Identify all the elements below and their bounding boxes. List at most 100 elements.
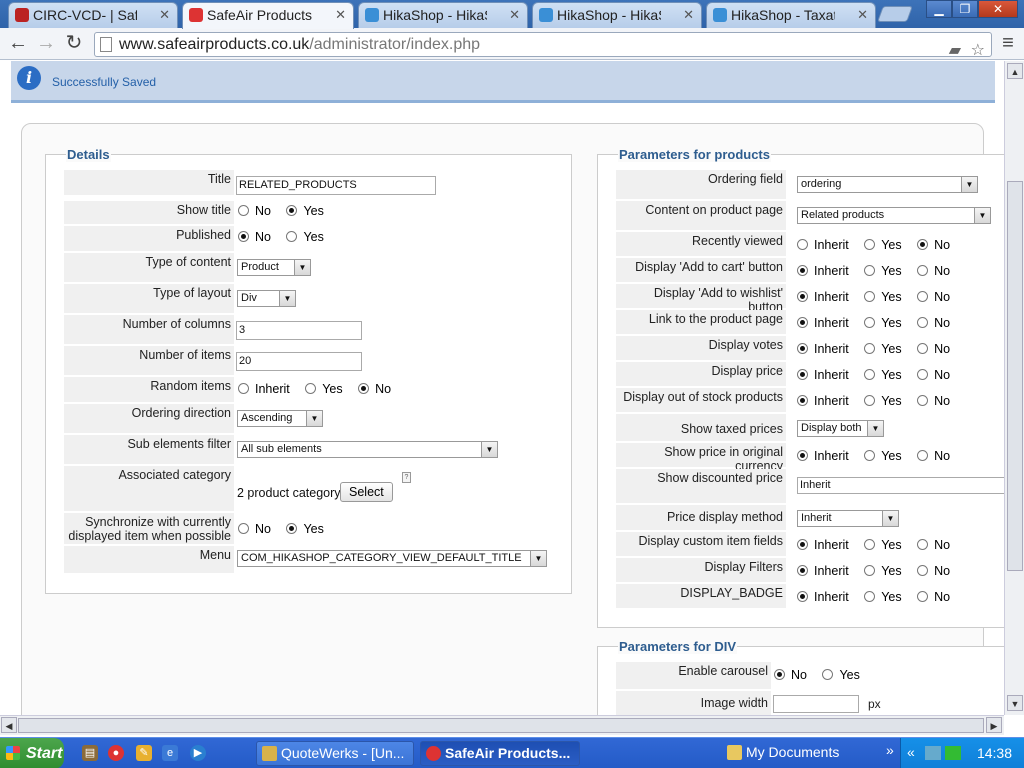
- type-layout-select[interactable]: Div ▼: [237, 290, 296, 307]
- badge-no[interactable]: No: [917, 590, 950, 604]
- custom-fields-inherit[interactable]: Inherit: [797, 538, 849, 552]
- recently-viewed-no[interactable]: No: [917, 238, 950, 252]
- add-wishlist-yes[interactable]: Yes: [864, 290, 902, 304]
- badge-yes[interactable]: Yes: [864, 590, 902, 604]
- minimize-button[interactable]: ▁: [926, 0, 952, 18]
- badge-inherit[interactable]: Inherit: [797, 590, 849, 604]
- add-cart-yes[interactable]: Yes: [864, 264, 902, 278]
- random-no[interactable]: No: [358, 382, 391, 396]
- horizontal-scroll-thumb[interactable]: [18, 718, 984, 733]
- notepad-icon[interactable]: ✎: [136, 745, 152, 761]
- filters-yes[interactable]: Yes: [864, 564, 902, 578]
- discounted-input[interactable]: Inherit: [797, 477, 1004, 494]
- security-icon[interactable]: [945, 746, 961, 760]
- select-category-button[interactable]: Select: [340, 482, 393, 502]
- menu-select[interactable]: COM_HIKASHOP_CATEGORY_VIEW_DEFAULT_TITLE…: [237, 550, 547, 567]
- items-input[interactable]: 20: [236, 352, 362, 371]
- network-icon[interactable]: [925, 746, 941, 760]
- price-no[interactable]: No: [917, 368, 950, 382]
- published-yes[interactable]: Yes: [286, 230, 324, 244]
- add-cart-inherit[interactable]: Inherit: [797, 264, 849, 278]
- close-window-button[interactable]: ✕: [978, 0, 1018, 18]
- new-tab-button[interactable]: [877, 6, 913, 22]
- close-icon[interactable]: ✕: [509, 3, 520, 27]
- vertical-scroll-thumb[interactable]: [1007, 181, 1023, 571]
- trash-icon[interactable]: ?: [402, 472, 411, 483]
- toolbar-expand-icon[interactable]: »: [886, 742, 894, 758]
- tab-circ-vcd[interactable]: CIRC-VCD- | SafeAi ✕: [8, 2, 178, 28]
- out-stock-yes[interactable]: Yes: [864, 394, 902, 408]
- bookmark-star-icon[interactable]: ☆: [971, 39, 985, 62]
- content-select[interactable]: Related products ▼: [797, 207, 991, 224]
- orig-currency-no[interactable]: No: [917, 449, 950, 463]
- link-product-yes[interactable]: Yes: [864, 316, 902, 330]
- sync-yes[interactable]: Yes: [286, 522, 324, 536]
- show-title-yes[interactable]: Yes: [286, 204, 324, 218]
- recently-viewed-yes[interactable]: Yes: [864, 238, 902, 252]
- close-icon[interactable]: ✕: [857, 3, 868, 27]
- task-quotewerks[interactable]: QuoteWerks - [Un...: [256, 741, 414, 766]
- ordering-direction-select[interactable]: Ascending ▼: [237, 410, 323, 427]
- image-width-input[interactable]: [773, 695, 859, 713]
- price-yes[interactable]: Yes: [864, 368, 902, 382]
- chrome-icon[interactable]: ●: [108, 745, 124, 761]
- orig-currency-inherit[interactable]: Inherit: [797, 449, 849, 463]
- ordering-field-select[interactable]: ordering ▼: [797, 176, 978, 193]
- carousel-no[interactable]: No: [774, 668, 807, 682]
- votes-no[interactable]: No: [917, 342, 950, 356]
- start-button[interactable]: Start: [0, 738, 64, 768]
- tab-hikashop-1[interactable]: HikaShop - HikaSho ✕: [358, 2, 528, 28]
- columns-input[interactable]: 3: [236, 321, 362, 340]
- close-icon[interactable]: ✕: [683, 3, 694, 27]
- type-content-select[interactable]: Product ▼: [237, 259, 311, 276]
- custom-fields-no[interactable]: No: [917, 538, 950, 552]
- reload-button[interactable]: ↻: [62, 32, 86, 56]
- menu-icon[interactable]: ≡: [996, 32, 1020, 56]
- scroll-up-icon[interactable]: ▲: [1007, 63, 1023, 79]
- sync-no[interactable]: No: [238, 522, 271, 536]
- sub-filter-select[interactable]: All sub elements ▼: [237, 441, 498, 458]
- random-yes[interactable]: Yes: [305, 382, 343, 396]
- horizontal-scrollbar[interactable]: ◀ ▶: [0, 715, 1004, 735]
- taxed-select[interactable]: Display both ▼: [797, 420, 884, 437]
- random-inherit[interactable]: Inherit: [238, 382, 290, 396]
- add-cart-no[interactable]: No: [917, 264, 950, 278]
- comment-icon[interactable]: ▰: [949, 39, 961, 62]
- orig-currency-yes[interactable]: Yes: [864, 449, 902, 463]
- title-input[interactable]: RELATED_PRODUCTS: [236, 176, 436, 195]
- back-button[interactable]: ←: [6, 32, 30, 56]
- tray-expand-icon[interactable]: «: [907, 744, 915, 760]
- price-method-select[interactable]: Inherit ▼: [797, 510, 899, 527]
- tab-hikashop-taxation[interactable]: HikaShop - Taxatio ✕: [706, 2, 876, 28]
- add-wishlist-inherit[interactable]: Inherit: [797, 290, 849, 304]
- out-stock-inherit[interactable]: Inherit: [797, 394, 849, 408]
- carousel-yes[interactable]: Yes: [822, 668, 860, 682]
- published-no[interactable]: No: [238, 230, 271, 244]
- tab-safeair-products[interactable]: SafeAir Products Ltd ✕: [182, 2, 354, 29]
- price-inherit[interactable]: Inherit: [797, 368, 849, 382]
- scroll-right-icon[interactable]: ▶: [986, 717, 1002, 733]
- address-bar[interactable]: www.safeairproducts.co.uk/administrator/…: [94, 32, 992, 59]
- media-player-icon[interactable]: ▶: [190, 745, 206, 761]
- forward-button[interactable]: →: [34, 32, 58, 56]
- filters-inherit[interactable]: Inherit: [797, 564, 849, 578]
- explorer-icon[interactable]: ▤: [82, 745, 98, 761]
- show-title-no[interactable]: No: [238, 204, 271, 218]
- ie-icon[interactable]: e: [162, 745, 178, 761]
- link-product-no[interactable]: No: [917, 316, 950, 330]
- custom-fields-yes[interactable]: Yes: [864, 538, 902, 552]
- out-stock-no[interactable]: No: [917, 394, 950, 408]
- my-documents-button[interactable]: My Documents: [722, 741, 884, 766]
- scroll-left-icon[interactable]: ◀: [1, 717, 17, 733]
- votes-inherit[interactable]: Inherit: [797, 342, 849, 356]
- vertical-scrollbar[interactable]: ▲ ▼: [1004, 61, 1024, 715]
- link-product-inherit[interactable]: Inherit: [797, 316, 849, 330]
- filters-no[interactable]: No: [917, 564, 950, 578]
- votes-yes[interactable]: Yes: [864, 342, 902, 356]
- task-safeair-products[interactable]: SafeAir Products...: [420, 741, 580, 766]
- close-icon[interactable]: ✕: [159, 3, 170, 27]
- scroll-down-icon[interactable]: ▼: [1007, 695, 1023, 711]
- recently-viewed-inherit[interactable]: Inherit: [797, 238, 849, 252]
- tab-hikashop-2[interactable]: HikaShop - HikaSho ✕: [532, 2, 702, 28]
- add-wishlist-no[interactable]: No: [917, 290, 950, 304]
